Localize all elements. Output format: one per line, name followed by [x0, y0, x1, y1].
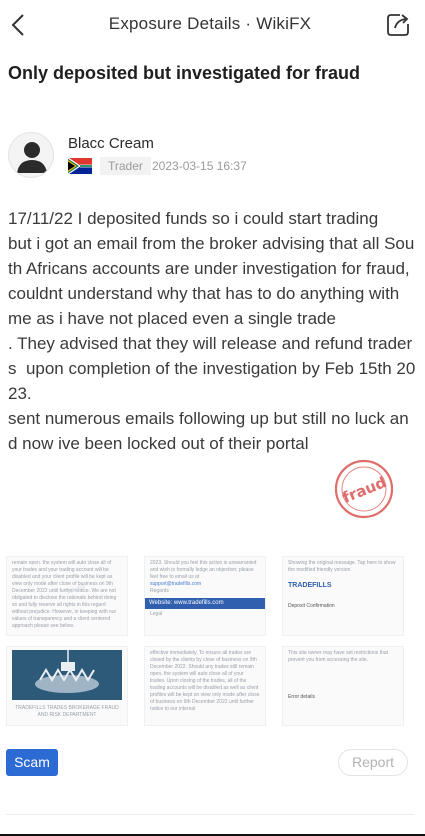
divider — [6, 814, 414, 815]
thumb6-error-details: Error details — [288, 694, 315, 700]
user-avatar-icon — [17, 142, 47, 173]
evidence-image-1[interactable]: remain open. the system will auto close … — [6, 556, 128, 636]
author-name[interactable]: Blacc Cream — [68, 135, 154, 152]
avatar[interactable] — [8, 132, 54, 178]
thumb2-website: Website: www.tradefills.com — [145, 598, 265, 609]
role-badge: Trader — [100, 157, 151, 175]
author-row: Blacc Cream Trader 2023-03-15 16:37 — [8, 130, 418, 180]
thumb3-caption: Deposit Confirmation — [288, 603, 335, 609]
page-title: Exposure Details · WikiFX — [108, 14, 312, 33]
post-body: 17/11/22 I deposited funds so i could st… — [8, 209, 416, 453]
thumb6-text: This site owner may have set restriction… — [288, 650, 389, 663]
share-icon — [387, 14, 409, 36]
evidence-image-3[interactable]: Showing the original message. Tap here t… — [282, 556, 404, 636]
thumb2-footer: Legal — [150, 611, 163, 617]
thumb5-text: effective immediately. To ensure all tra… — [150, 650, 260, 712]
chevron-left-icon — [11, 14, 24, 36]
scam-tag[interactable]: Scam — [6, 749, 58, 776]
evidence-image-4[interactable]: TRADEFILLS TRADES BROKERAGE FRAUD AND RI… — [6, 646, 128, 726]
thumb3-brand: TRADEFILLS — [288, 582, 332, 589]
thumb3-text: Showing the original message. Tap here t… — [288, 560, 396, 573]
fraud-stamp-icon: fraud — [334, 459, 394, 519]
thumb2-email: support@tradefills.com — [150, 581, 202, 587]
back-button[interactable] — [6, 10, 30, 40]
post-title: Only deposited but investigated for frau… — [8, 63, 361, 83]
thumb2-regards: Regards — [150, 588, 169, 594]
share-button[interactable] — [385, 12, 411, 38]
image-gallery: remain open. the system will auto close … — [6, 556, 418, 728]
post-timestamp: 2023-03-15 16:37 — [152, 159, 247, 173]
thumb1-text: remain open. the system will auto close … — [12, 560, 117, 629]
bear-trap-icon — [12, 650, 122, 700]
evidence-image-2[interactable]: 2023. Should you feel this action is unw… — [144, 556, 266, 636]
report-button[interactable]: Report — [338, 749, 408, 776]
evidence-image-6[interactable]: This site owner may have set restriction… — [282, 646, 404, 726]
thumb2-text: 2023. Should you feel this action is unw… — [150, 560, 257, 580]
top-bar: Exposure Details · WikiFX — [0, 0, 425, 52]
thumb4-caption: TRADEFILLS TRADES BROKERAGE FRAUD AND RI… — [15, 705, 119, 718]
south-africa-flag-icon — [68, 158, 92, 174]
evidence-image-5[interactable]: effective immediately. To ensure all tra… — [144, 646, 266, 726]
